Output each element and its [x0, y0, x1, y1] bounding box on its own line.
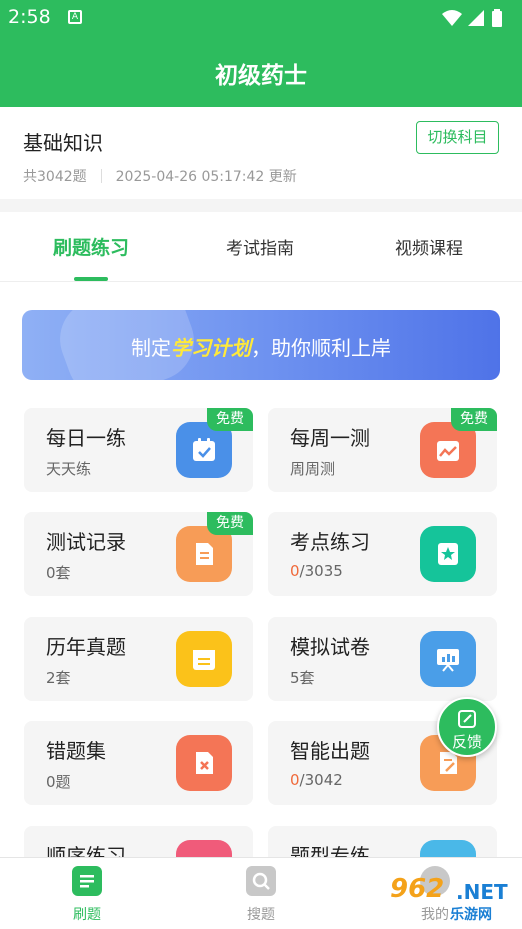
nav-label: 搜题: [247, 907, 275, 923]
active-tab-indicator: [74, 277, 108, 281]
meta-divider: [100, 169, 102, 183]
presentation-icon: [420, 631, 476, 687]
nav-item-practice[interactable]: 刷题: [47, 866, 127, 924]
notes-icon: [72, 866, 102, 896]
signal-battery-icons: [440, 8, 510, 32]
banner-prefix: 制定: [131, 336, 171, 360]
card-subtitle: 0套: [46, 564, 71, 582]
card-subtitle: 天天练: [46, 460, 92, 478]
tab-video-course[interactable]: 视频课程: [364, 234, 494, 259]
card-title: 错题集: [46, 739, 106, 763]
page-title: 初级药士: [215, 63, 307, 89]
done-count: 0: [290, 771, 300, 789]
free-badge: 免费: [207, 512, 253, 535]
banner-highlight: 学习计划: [171, 336, 251, 360]
card-title: 题型专练: [290, 844, 370, 857]
card-title: 历年真题: [46, 635, 126, 659]
watermark-number: 962: [390, 874, 445, 904]
card-weekly-test[interactable]: 每周一测 周周测 免费: [268, 408, 497, 492]
card-sequential-practice[interactable]: 顺序练习: [24, 826, 253, 857]
card-title: 顺序练习: [46, 844, 126, 857]
list-icon: [176, 840, 232, 857]
total-count: /3035: [299, 562, 343, 580]
search-icon: [246, 866, 276, 896]
app-header: 初级药士: [0, 36, 522, 107]
switch-subject-button[interactable]: 切换科目: [416, 121, 499, 154]
watermark-logo: 962 .NET 乐游网: [380, 870, 520, 926]
calendar-list-icon: [176, 631, 232, 687]
card-title: 每周一测: [290, 426, 370, 450]
card-subtitle: 0/3035: [290, 562, 343, 580]
done-count: 0: [290, 562, 300, 580]
banner-text: 制定学习计划，助你顺利上岸: [22, 332, 500, 361]
card-title: 智能出题: [290, 739, 370, 763]
card-title: 考点练习: [290, 530, 370, 554]
feedback-button[interactable]: 反馈: [437, 697, 497, 757]
subject-meta: 共3042题 2025-04-26 05:17:42 更新: [23, 166, 297, 186]
question-count: 共3042题: [23, 169, 87, 185]
status-bar: 2:58 A: [0, 0, 522, 36]
card-subtitle: 2套: [46, 669, 71, 687]
card-question-types[interactable]: 题型专练: [268, 826, 497, 857]
status-time: 2:58: [8, 6, 51, 28]
tab-practice[interactable]: 刷题练习: [26, 233, 156, 260]
main-content: 刷题练习 考试指南 视频课程 制定学习计划，助你顺利上岸 每日一练 天天练 免费…: [0, 212, 522, 857]
free-badge: 免费: [451, 408, 497, 431]
watermark-text: 乐游网: [450, 907, 492, 923]
wrong-file-icon: [176, 735, 232, 791]
tab-bar: 刷题练习 考试指南 视频课程: [0, 212, 522, 282]
feedback-label: 反馈: [451, 733, 482, 751]
signal-icon: [468, 10, 484, 26]
update-time: 2025-04-26 05:17:42 更新: [115, 169, 297, 185]
grid-icon: [420, 840, 476, 857]
watermark-domain: .NET: [456, 880, 508, 904]
card-daily-practice[interactable]: 每日一练 天天练 免费: [24, 408, 253, 492]
card-title: 测试记录: [46, 530, 126, 554]
card-subtitle: 周周测: [290, 460, 336, 478]
card-subtitle: 0题: [46, 773, 71, 791]
free-badge: 免费: [207, 408, 253, 431]
tab-exam-guide[interactable]: 考试指南: [195, 234, 325, 259]
card-title: 模拟试卷: [290, 635, 370, 659]
star-book-icon: [420, 526, 476, 582]
subject-name: 基础知识: [23, 131, 103, 155]
card-wrong-questions[interactable]: 错题集 0题: [24, 721, 253, 805]
nav-item-search[interactable]: 搜题: [221, 866, 301, 924]
wifi-icon: [442, 10, 462, 26]
card-title: 每日一练: [46, 426, 126, 450]
notification-icon: A: [68, 10, 82, 24]
card-test-records[interactable]: 测试记录 0套 免费: [24, 512, 253, 596]
card-key-points[interactable]: 考点练习 0/3035: [268, 512, 497, 596]
total-count: /3042: [299, 771, 343, 789]
card-subtitle: 0/3042: [290, 771, 343, 789]
banner-suffix: ，助你顺利上岸: [251, 336, 391, 360]
edit-icon: [458, 710, 476, 728]
card-mock-papers[interactable]: 模拟试卷 5套: [268, 617, 497, 701]
card-past-exams[interactable]: 历年真题 2套: [24, 617, 253, 701]
study-plan-banner[interactable]: 制定学习计划，助你顺利上岸: [22, 310, 500, 380]
card-subtitle: 5套: [290, 669, 315, 687]
nav-label: 刷题: [73, 907, 101, 923]
battery-icon: [492, 11, 502, 27]
